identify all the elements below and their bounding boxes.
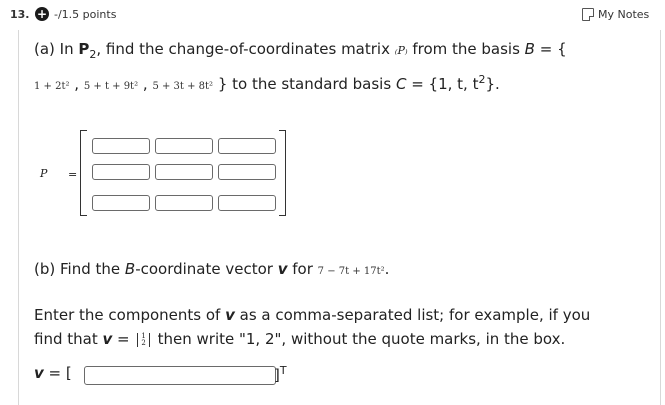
part-b-text: (b) Find the B-coordinate vector v for 7… bbox=[34, 260, 389, 278]
matrix-label: P bbox=[40, 167, 48, 180]
example-vector-bottom: 2 bbox=[141, 338, 146, 347]
part-a-mid: , find the change-of-coordinates matrix bbox=[96, 40, 390, 58]
part-a-prefix: (a) In bbox=[34, 40, 79, 58]
answer-input[interactable] bbox=[84, 366, 276, 385]
part-a-from: from the basis bbox=[407, 40, 525, 58]
basis-b: B bbox=[524, 40, 535, 58]
instructions-line2: find that v = 12 then write "1, 2", with… bbox=[34, 330, 565, 348]
matrix-cell-3-3[interactable] bbox=[218, 195, 276, 211]
example-vector: 12 bbox=[137, 332, 150, 347]
part-b-end: . bbox=[384, 260, 390, 278]
basis-c: C bbox=[395, 75, 407, 93]
c-close: }. bbox=[485, 75, 500, 93]
part-a-line1: (a) In P2, find the change-of-coordinate… bbox=[34, 40, 567, 61]
matrix-cell-3-2[interactable] bbox=[155, 195, 213, 211]
matrix-cell-2-3[interactable] bbox=[218, 164, 276, 180]
matrix-cell-2-2[interactable] bbox=[155, 164, 213, 180]
matrix-equals: = bbox=[68, 168, 78, 181]
question-border-right bbox=[660, 30, 661, 405]
add-icon[interactable]: + bbox=[35, 7, 49, 21]
notes-icon[interactable] bbox=[582, 8, 594, 21]
instr-v-1: v bbox=[225, 306, 235, 324]
instr-1a: Enter the components of bbox=[34, 306, 226, 324]
transpose-symbol: T bbox=[279, 364, 287, 377]
matrix-left-bracket bbox=[80, 130, 87, 216]
answer-open: = [ bbox=[43, 364, 72, 382]
basis-b-open: = { bbox=[534, 40, 567, 58]
points-label: -/1.5 points bbox=[54, 8, 117, 21]
part-b-for: for bbox=[287, 260, 318, 278]
basis-sep-1: , bbox=[74, 75, 80, 93]
part-b-v: v bbox=[277, 260, 288, 278]
question-border-left bbox=[18, 30, 19, 405]
answer-v: v bbox=[34, 364, 44, 382]
matrix-cell-1-1[interactable] bbox=[92, 138, 150, 154]
basis-sep-2: , bbox=[142, 75, 148, 93]
matrix-cell-1-2[interactable] bbox=[155, 138, 213, 154]
instr-2b: then write "1, 2", without the quote mar… bbox=[152, 330, 566, 348]
basis-element-1: 1 + 2t² bbox=[34, 81, 70, 92]
part-a-line2-suffix: } to the standard basis bbox=[217, 75, 396, 93]
matrix-cell-1-3[interactable] bbox=[218, 138, 276, 154]
part-b-prefix: (b) Find the bbox=[34, 260, 125, 278]
answer-row: v = [ bbox=[34, 364, 72, 382]
basis-element-3: 5 + 3t + 8t² bbox=[152, 81, 214, 92]
instr-2a: find that bbox=[34, 330, 103, 348]
answer-close: ]T bbox=[274, 364, 287, 384]
instr-v-2: v bbox=[102, 330, 113, 348]
matrix-cell-2-1[interactable] bbox=[92, 164, 150, 180]
part-b-basis: B bbox=[124, 260, 136, 278]
part-a-line2: 1 + 2t² , 5 + t + 9t² , 5 + 3t + 8t² } t… bbox=[34, 73, 500, 93]
part-b-mid: -coordinate vector bbox=[135, 260, 278, 278]
instructions-line1: Enter the components of v as a comma-sep… bbox=[34, 306, 590, 324]
matrix-cell-3-1[interactable] bbox=[92, 195, 150, 211]
instr-2eq: = bbox=[112, 330, 135, 348]
matrix-right-bracket bbox=[279, 130, 286, 216]
my-notes-link[interactable]: My Notes bbox=[598, 8, 649, 21]
p2-symbol: P bbox=[78, 40, 90, 58]
basis-element-2: 5 + t + 9t² bbox=[83, 81, 139, 92]
instr-1b: as a comma-separated list; for example, … bbox=[234, 306, 591, 324]
part-b-polynomial: 7 − 7t + 17t² bbox=[317, 266, 385, 277]
change-of-coords-symbol: ₍P₎ bbox=[394, 44, 408, 57]
c-set: = {1, t, t bbox=[406, 75, 479, 93]
question-number: 13. bbox=[10, 8, 30, 21]
